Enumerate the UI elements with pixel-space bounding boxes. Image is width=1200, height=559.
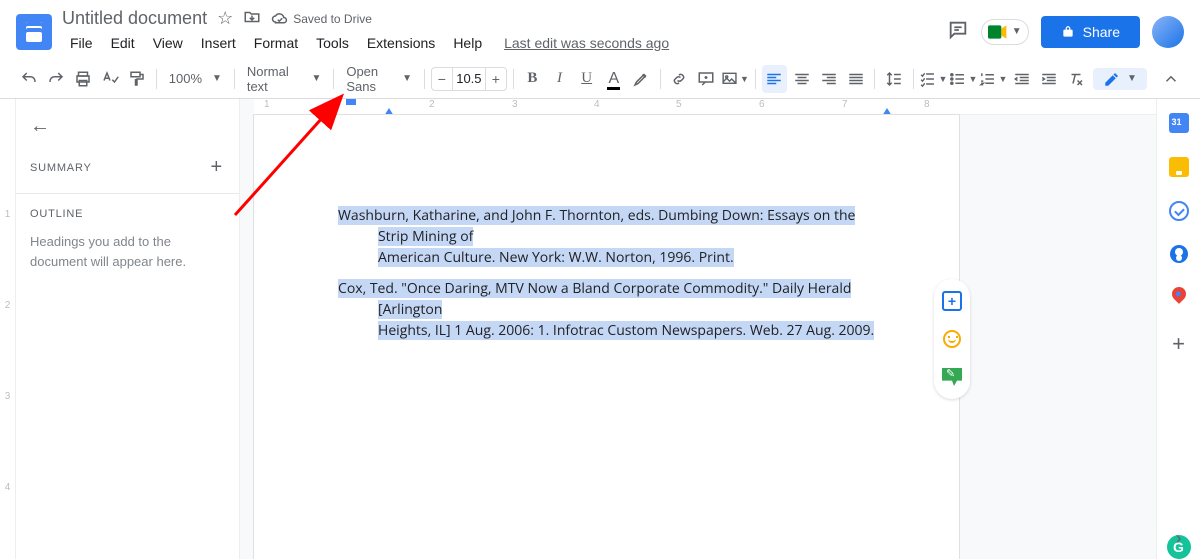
align-left-button[interactable] [762, 65, 787, 93]
get-addons-icon[interactable]: + [1172, 331, 1185, 357]
outline-sidebar: ← SUMMARY + OUTLINE Headings you add to … [16, 99, 240, 559]
suggest-edits-icon[interactable] [940, 365, 964, 389]
outline-label: OUTLINE [30, 208, 223, 220]
docs-icon[interactable] [16, 14, 52, 50]
keep-icon[interactable] [1169, 157, 1189, 177]
paragraph-2[interactable]: Cox, Ted. "Once Daring, MTV Now a Bland … [338, 278, 875, 341]
add-emoji-icon[interactable] [940, 327, 964, 351]
outline-hint: Headings you add to the document will ap… [30, 232, 223, 271]
account-avatar[interactable] [1152, 16, 1184, 48]
calendar-icon[interactable] [1169, 113, 1189, 133]
last-edit-link[interactable]: Last edit was seconds ago [500, 31, 673, 55]
text-color-button[interactable]: A [601, 65, 626, 93]
undo-button[interactable] [16, 65, 41, 93]
clear-formatting-button[interactable] [1064, 65, 1089, 93]
italic-button[interactable]: I [547, 65, 572, 93]
insert-link-button[interactable] [667, 65, 692, 93]
editing-mode-button[interactable]: ▼ [1093, 68, 1147, 90]
maps-icon[interactable] [1172, 287, 1186, 307]
hide-side-panel-icon[interactable]: › [1176, 528, 1182, 549]
checklist-button[interactable]: ▼ [919, 65, 947, 93]
font-size-increase[interactable]: + [486, 71, 506, 87]
add-summary-button[interactable]: + [211, 156, 223, 179]
zoom-select[interactable]: 100%▼ [163, 65, 228, 93]
toolbar: 100%▼ Normal text▼ Open Sans▼ − 10.5 + B… [0, 59, 1200, 99]
menu-format[interactable]: Format [246, 31, 306, 55]
align-justify-button[interactable] [843, 65, 868, 93]
spellcheck-button[interactable] [98, 65, 123, 93]
doc-title[interactable]: Untitled document [62, 8, 207, 29]
styles-select[interactable]: Normal text▼ [241, 65, 328, 93]
comment-history-icon[interactable] [947, 19, 969, 44]
paragraph-1[interactable]: Washburn, Katharine, and John F. Thornto… [338, 205, 875, 268]
bulleted-list-button[interactable]: ▼ [949, 65, 977, 93]
comment-dock: + [934, 279, 970, 399]
font-size-decrease[interactable]: − [432, 71, 452, 87]
app-header: Untitled document ☆ Saved to Drive File … [0, 0, 1200, 59]
summary-label: SUMMARY [30, 162, 92, 174]
horizontal-ruler[interactable]: 1 2 3 4 5 6 7 8 [254, 99, 1200, 115]
menu-help[interactable]: Help [445, 31, 490, 55]
menu-view[interactable]: View [145, 31, 191, 55]
menu-extensions[interactable]: Extensions [359, 31, 443, 55]
document-page[interactable]: Washburn, Katharine, and John F. Thornto… [254, 115, 959, 559]
meet-button[interactable]: ▼ [981, 19, 1029, 45]
save-status[interactable]: Saved to Drive [271, 10, 372, 28]
align-right-button[interactable] [816, 65, 841, 93]
font-size-control: − 10.5 + [431, 67, 507, 91]
first-line-indent-marker[interactable] [346, 99, 356, 105]
share-button[interactable]: Share [1041, 16, 1140, 48]
bold-button[interactable]: B [520, 65, 545, 93]
star-icon[interactable]: ☆ [217, 8, 233, 29]
menu-edit[interactable]: Edit [103, 31, 143, 55]
contacts-icon[interactable] [1170, 245, 1188, 263]
menu-bar: File Edit View Insert Format Tools Exten… [62, 31, 947, 55]
line-spacing-button[interactable] [881, 65, 906, 93]
font-select[interactable]: Open Sans▼ [340, 65, 418, 93]
insert-image-button[interactable]: ▼ [721, 65, 749, 93]
font-size-input[interactable]: 10.5 [452, 68, 486, 90]
numbered-list-button[interactable]: ▼ [979, 65, 1007, 93]
align-center-button[interactable] [789, 65, 814, 93]
menu-insert[interactable]: Insert [193, 31, 244, 55]
menu-file[interactable]: File [62, 31, 101, 55]
move-icon[interactable] [243, 8, 261, 29]
underline-button[interactable]: U [574, 65, 599, 93]
decrease-indent-button[interactable] [1009, 65, 1034, 93]
paint-format-button[interactable] [125, 65, 150, 93]
add-comment-icon[interactable]: + [940, 289, 964, 313]
menu-tools[interactable]: Tools [308, 31, 357, 55]
tasks-icon[interactable] [1169, 201, 1189, 221]
side-panel: + G › [1156, 99, 1200, 559]
redo-button[interactable] [43, 65, 68, 93]
insert-comment-button[interactable] [694, 65, 719, 93]
close-outline-icon[interactable]: ← [30, 115, 50, 138]
vertical-ruler: 1 2 3 4 [0, 99, 16, 559]
print-button[interactable] [70, 65, 95, 93]
highlight-button[interactable] [628, 65, 653, 93]
increase-indent-button[interactable] [1037, 65, 1062, 93]
hide-menus-button[interactable] [1159, 65, 1184, 93]
